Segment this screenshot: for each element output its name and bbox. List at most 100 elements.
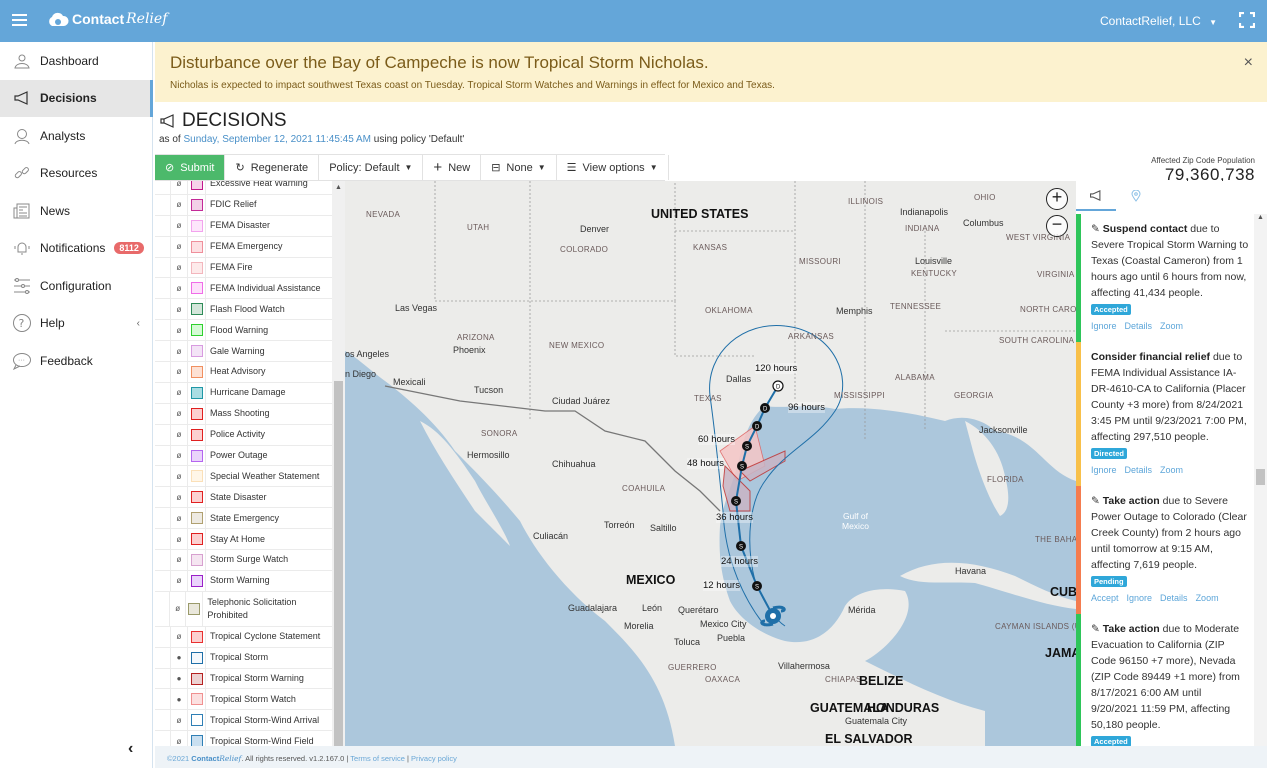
legend-row-spacer xyxy=(155,257,171,278)
policy-dropdown[interactable]: Policy: Default ▼ xyxy=(319,155,424,180)
eye-slash-icon[interactable]: ø xyxy=(171,347,187,356)
megaphone-icon xyxy=(12,88,32,108)
eye-slash-icon[interactable]: ø xyxy=(171,326,187,335)
asof-date-link[interactable]: Sunday, September 12, 2021 11:45:45 AM xyxy=(183,134,371,145)
decisions-scrollbar[interactable]: ▲ xyxy=(1254,214,1267,746)
eye-slash-icon[interactable]: ø xyxy=(171,221,187,230)
eye-slash-icon[interactable]: ø xyxy=(171,305,187,314)
eye-slash-icon[interactable]: ø xyxy=(171,632,187,641)
track-point[interactable]: S xyxy=(731,496,741,506)
chevron-left-icon[interactable]: ‹ xyxy=(137,318,140,329)
legend-label: Excessive Heat Warning xyxy=(210,181,308,189)
legend-scrollbar[interactable]: ▲ xyxy=(332,181,345,746)
legend-row-spacer xyxy=(155,647,171,668)
new-button[interactable]: + New xyxy=(423,155,482,180)
app-logo[interactable]: Contact Relief xyxy=(47,11,167,27)
ignore-link[interactable]: Ignore xyxy=(1091,465,1117,475)
fullscreen-icon[interactable] xyxy=(1239,12,1255,28)
caret-down-icon: ▼ xyxy=(649,163,658,172)
zoom-out-button[interactable]: − xyxy=(1046,215,1068,237)
eye-slash-icon[interactable]: ø xyxy=(171,367,187,376)
state-label: OKLAHOMA xyxy=(705,306,753,315)
city-label: Denver xyxy=(580,224,610,234)
eye-slash-icon[interactable]: ø xyxy=(171,409,187,418)
sidebar-item-news[interactable]: News xyxy=(0,192,152,230)
track-point[interactable]: D xyxy=(752,421,762,431)
hurricane-symbol[interactable] xyxy=(760,605,786,627)
eye-slash-icon[interactable]: ø xyxy=(171,716,187,725)
terms-link[interactable]: Terms of service xyxy=(350,754,405,763)
eye-icon[interactable]: ● xyxy=(171,695,187,704)
eye-slash-icon[interactable]: ø xyxy=(171,514,187,523)
details-link[interactable]: Details xyxy=(1125,321,1153,331)
track-point[interactable]: S xyxy=(752,581,762,591)
eye-slash-icon[interactable]: ø xyxy=(171,263,187,272)
eye-slash-icon[interactable]: ø xyxy=(170,604,185,613)
sidebar-item-analysts[interactable]: Analysts xyxy=(0,117,152,155)
track-point[interactable]: D xyxy=(760,403,770,413)
eye-slash-icon[interactable]: ø xyxy=(171,493,187,502)
eye-slash-icon[interactable]: ø xyxy=(171,535,187,544)
track-point[interactable]: D xyxy=(772,380,784,392)
decision-cards: ✎ Suspend contact due to Severe Tropical… xyxy=(1076,214,1254,746)
sidebar-item-decisions[interactable]: Decisions xyxy=(0,79,153,117)
track-point[interactable]: S xyxy=(736,541,746,551)
view-options-dropdown[interactable]: ☰ View options ▼ xyxy=(557,155,669,180)
eye-slash-icon[interactable]: ø xyxy=(171,555,187,564)
eye-slash-icon[interactable]: ø xyxy=(171,576,187,585)
map[interactable]: D D D S S S S S NEVADA UTAH COLORADO KANSAS ARIZONA… xyxy=(345,181,1076,746)
eye-slash-icon[interactable]: ø xyxy=(171,737,187,746)
eye-slash-icon[interactable]: ø xyxy=(171,430,187,439)
legend-swatch-cell xyxy=(187,341,206,362)
none-dropdown[interactable]: ⊟ None ▼ xyxy=(481,155,557,180)
zoom-link[interactable]: Zoom xyxy=(1160,321,1183,331)
sidebar-item-notifications[interactable]: Notifications 8112 xyxy=(0,230,152,268)
tab-locations[interactable] xyxy=(1116,181,1156,211)
pencil-icon[interactable]: ✎ xyxy=(1091,223,1103,235)
sidebar-item-feedback[interactable]: ··· Feedback xyxy=(0,342,152,380)
svg-text:S: S xyxy=(740,465,744,471)
legend-row-spacer xyxy=(155,299,171,320)
sidebar-item-dashboard[interactable]: Dashboard xyxy=(0,42,152,80)
scroll-thumb[interactable] xyxy=(334,381,343,746)
details-link[interactable]: Details xyxy=(1125,465,1153,475)
accept-link[interactable]: Accept xyxy=(1091,593,1119,603)
details-link[interactable]: Details xyxy=(1160,593,1188,603)
pencil-icon[interactable]: ✎ xyxy=(1091,495,1103,507)
submit-button[interactable]: ⊘ Submit xyxy=(155,155,226,180)
hamburger-icon[interactable] xyxy=(12,14,27,26)
scroll-up-icon[interactable]: ▲ xyxy=(1257,214,1264,221)
sidebar-item-help[interactable]: ? Help ‹ xyxy=(0,305,152,343)
eye-slash-icon[interactable]: ø xyxy=(171,472,187,481)
ignore-link[interactable]: Ignore xyxy=(1091,321,1117,331)
scroll-up-icon[interactable]: ▲ xyxy=(335,184,342,191)
track-point[interactable]: S xyxy=(742,441,752,451)
close-banner-button[interactable]: × xyxy=(1244,54,1253,72)
eye-slash-icon[interactable]: ø xyxy=(171,284,187,293)
track-point[interactable]: S xyxy=(737,461,747,471)
ignore-link[interactable]: Ignore xyxy=(1127,593,1153,603)
privacy-link[interactable]: Privacy policy xyxy=(411,754,457,763)
eye-slash-icon[interactable]: ø xyxy=(171,242,187,251)
tab-decisions[interactable] xyxy=(1076,181,1116,211)
legend-row-spacer xyxy=(155,215,171,236)
eye-slash-icon[interactable]: ø xyxy=(171,200,187,209)
zoom-link[interactable]: Zoom xyxy=(1160,465,1183,475)
eye-slash-icon[interactable]: ø xyxy=(171,388,187,397)
decision-actions: Ignore Details Zoom xyxy=(1091,318,1250,334)
zoom-link[interactable]: Zoom xyxy=(1196,593,1219,603)
zoom-in-button[interactable]: + xyxy=(1046,188,1068,210)
scroll-thumb[interactable] xyxy=(1256,469,1265,485)
eye-slash-icon[interactable]: ø xyxy=(171,451,187,460)
eye-slash-icon[interactable]: ø xyxy=(171,181,187,188)
sidebar-item-configuration[interactable]: Configuration xyxy=(0,267,152,305)
collapse-sidebar-button[interactable]: ‹ xyxy=(128,740,133,758)
legend-swatch-cell xyxy=(187,194,206,215)
sidebar-item-resources[interactable]: Resources xyxy=(0,155,152,193)
eye-icon[interactable]: ● xyxy=(171,653,187,662)
pencil-icon[interactable]: ✎ xyxy=(1091,623,1103,635)
legend-row-spacer xyxy=(155,710,171,731)
org-dropdown[interactable]: ContactRelief, LLC ▼ xyxy=(1100,14,1217,28)
eye-icon[interactable]: ● xyxy=(171,674,187,683)
regenerate-button[interactable]: ↻ Regenerate xyxy=(225,155,320,180)
